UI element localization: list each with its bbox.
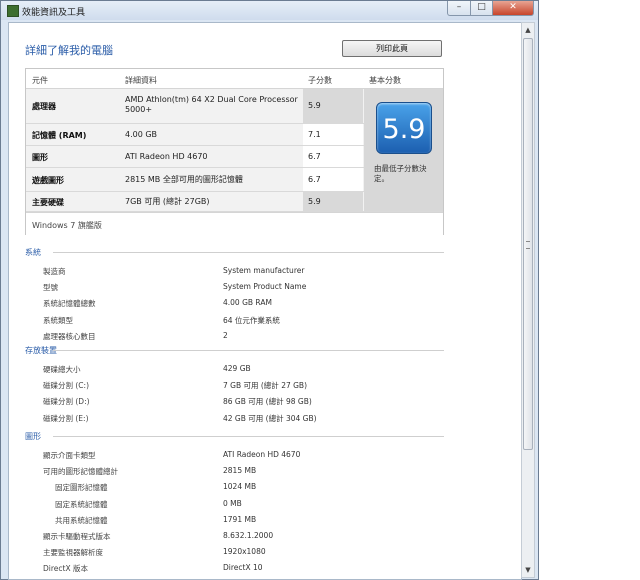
info-label: 系統記憶體總數 bbox=[43, 299, 96, 309]
section-divider bbox=[53, 350, 444, 351]
minimize-button[interactable]: – bbox=[447, 1, 471, 16]
vertical-scrollbar[interactable]: ▲ ▼ bbox=[521, 22, 535, 578]
info-label: 型號 bbox=[43, 283, 58, 293]
info-value: 1791 MB bbox=[223, 514, 257, 524]
info-label: 處理器核心數目 bbox=[43, 331, 96, 341]
section-title: 系統 bbox=[25, 248, 41, 257]
section-divider bbox=[53, 436, 444, 437]
info-label: 共用系統記憶體 bbox=[55, 515, 108, 525]
maximize-button[interactable]: □ bbox=[471, 1, 493, 16]
page-title: 詳細了解我的電腦 bbox=[25, 44, 113, 57]
component-name: 主要硬碟 bbox=[32, 198, 64, 207]
base-score-badge: 5.9 bbox=[376, 102, 432, 154]
info-value: 4.00 GB RAM bbox=[223, 298, 272, 308]
base-score-panel: 5.9 由最低子分數決定。 bbox=[364, 89, 443, 211]
title-bar[interactable]: 效能資訊及工具 – □ ✕ bbox=[1, 1, 538, 20]
component-name: 遊戲圖形 bbox=[32, 176, 64, 185]
header-base-score: 基本分數 bbox=[369, 76, 401, 85]
header-subscore: 子分數 bbox=[308, 76, 332, 85]
section-divider bbox=[53, 252, 444, 253]
base-score-value: 5.9 bbox=[382, 114, 426, 145]
info-value: 42 GB 可用 (總計 304 GB) bbox=[223, 413, 317, 423]
info-label: DirectX 版本 bbox=[43, 564, 88, 574]
windows-edition-row: Windows 7 旗艦版 bbox=[26, 212, 443, 235]
info-value: 7 GB 可用 (總計 27 GB) bbox=[223, 381, 308, 391]
content-area: 詳細了解我的電腦 列印此頁 元件 詳細資料 子分數 基本分數 處理器 AMD At… bbox=[8, 22, 522, 580]
info-value: DirectX 10 bbox=[223, 563, 263, 573]
window-title: 效能資訊及工具 bbox=[22, 8, 86, 18]
base-score-note: 由最低子分數決定。 bbox=[374, 164, 427, 183]
performance-app-icon bbox=[7, 5, 19, 17]
info-label: 磁碟分割 (C:) bbox=[43, 381, 89, 391]
windows-edition: Windows 7 旗艦版 bbox=[32, 221, 102, 230]
score-table: 元件 詳細資料 子分數 基本分數 處理器 AMD Athlon(tm) 64 X2… bbox=[25, 68, 444, 235]
score-table-header: 元件 詳細資料 子分數 基本分數 bbox=[26, 69, 443, 89]
component-name: 圖形 bbox=[32, 153, 48, 162]
component-details: 2815 MB 全部可用的圖形記憶體 bbox=[125, 175, 243, 184]
component-name: 處理器 bbox=[32, 102, 56, 111]
component-name: 記憶體 (RAM) bbox=[32, 131, 87, 140]
section-title: 圖形 bbox=[25, 432, 41, 441]
info-value: 86 GB 可用 (總計 98 GB) bbox=[223, 397, 312, 407]
info-label: 固定系統記憶體 bbox=[55, 499, 108, 509]
info-value: 429 GB bbox=[223, 364, 251, 373]
info-label: 固定圖形記憶體 bbox=[55, 483, 108, 493]
component-subscore: 5.9 bbox=[308, 101, 321, 110]
info-value: System Product Name bbox=[223, 282, 307, 292]
print-page-button[interactable]: 列印此頁 bbox=[342, 40, 442, 57]
header-component: 元件 bbox=[32, 76, 48, 85]
info-value: ATI Radeon HD 4670 bbox=[223, 450, 301, 459]
info-value: 2 bbox=[223, 330, 228, 340]
scroll-up-arrow-icon[interactable]: ▲ bbox=[522, 23, 534, 37]
component-details: AMD Athlon(tm) 64 X2 Dual Core Processor… bbox=[125, 95, 298, 114]
info-label: 可用的圖形記憶體總計 bbox=[43, 467, 118, 477]
component-subscore: 6.7 bbox=[308, 152, 321, 161]
info-label: 顯示卡驅動程式版本 bbox=[43, 532, 111, 541]
component-details: 7GB 可用 (總計 27GB) bbox=[125, 197, 210, 206]
component-details: 4.00 GB bbox=[125, 130, 158, 139]
scrollbar-thumb[interactable] bbox=[523, 38, 533, 450]
component-subscore: 7.1 bbox=[308, 130, 321, 139]
info-label: 製造商 bbox=[43, 267, 66, 276]
component-subscore: 5.9 bbox=[308, 197, 321, 206]
info-value: 1024 MB bbox=[223, 482, 257, 492]
scroll-down-arrow-icon[interactable]: ▼ bbox=[522, 563, 534, 577]
info-label: 顯示介面卡類型 bbox=[43, 451, 96, 460]
info-value: System manufacturer bbox=[223, 266, 305, 275]
component-details: ATI Radeon HD 4670 bbox=[125, 152, 208, 161]
info-value: 8.632.1.2000 bbox=[223, 531, 274, 540]
component-subscore: 6.7 bbox=[308, 175, 321, 184]
performance-window: 效能資訊及工具 – □ ✕ 詳細了解我的電腦 列印此頁 元件 詳細資料 子分數 … bbox=[0, 0, 539, 580]
info-value: 1920x1080 bbox=[223, 547, 266, 557]
info-label: 磁碟分割 (D:) bbox=[43, 397, 90, 407]
info-label: 系統類型 bbox=[43, 315, 73, 325]
info-value: 0 MB bbox=[223, 498, 242, 508]
info-value: 64 位元作業系統 bbox=[223, 315, 280, 325]
info-label: 硬碟總大小 bbox=[43, 365, 81, 374]
info-value: 2815 MB bbox=[223, 466, 257, 476]
header-details: 詳細資料 bbox=[125, 76, 157, 85]
info-label: 主要監視器解析度 bbox=[43, 548, 103, 558]
info-label: 磁碟分割 (E:) bbox=[43, 413, 89, 423]
close-button[interactable]: ✕ bbox=[493, 1, 534, 16]
